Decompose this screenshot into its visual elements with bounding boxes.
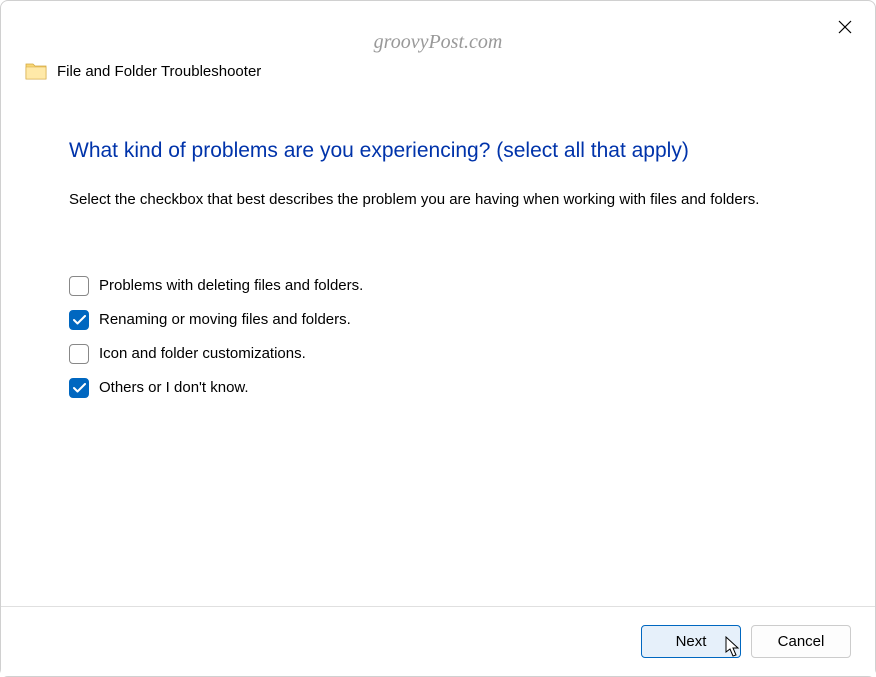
checkbox-icon <box>69 378 89 398</box>
cancel-button[interactable]: Cancel <box>751 625 851 658</box>
page-description: Select the checkbox that best describes … <box>69 189 807 212</box>
option-label: Renaming or moving files and folders. <box>99 311 351 328</box>
close-button[interactable] <box>835 17 855 37</box>
checkbox-icon <box>69 310 89 330</box>
dialog-content: What kind of problems are you experienci… <box>1 91 875 418</box>
page-heading: What kind of problems are you experienci… <box>69 139 807 163</box>
option-renaming[interactable]: Renaming or moving files and folders. <box>69 310 807 330</box>
dialog-footer: Next Cancel <box>1 606 875 676</box>
checkbox-icon <box>69 344 89 364</box>
dialog-header: File and Folder Troubleshooter <box>1 1 875 91</box>
checkbox-list: Problems with deleting files and folders… <box>69 276 807 398</box>
folder-icon <box>25 61 47 81</box>
option-others[interactable]: Others or I don't know. <box>69 378 807 398</box>
option-deleting[interactable]: Problems with deleting files and folders… <box>69 276 807 296</box>
close-icon <box>838 20 852 34</box>
dialog-title: File and Folder Troubleshooter <box>57 63 261 80</box>
option-label: Icon and folder customizations. <box>99 345 306 362</box>
option-label: Others or I don't know. <box>99 379 249 396</box>
option-icon-customization[interactable]: Icon and folder customizations. <box>69 344 807 364</box>
next-button[interactable]: Next <box>641 625 741 658</box>
option-label: Problems with deleting files and folders… <box>99 277 363 294</box>
checkbox-icon <box>69 276 89 296</box>
